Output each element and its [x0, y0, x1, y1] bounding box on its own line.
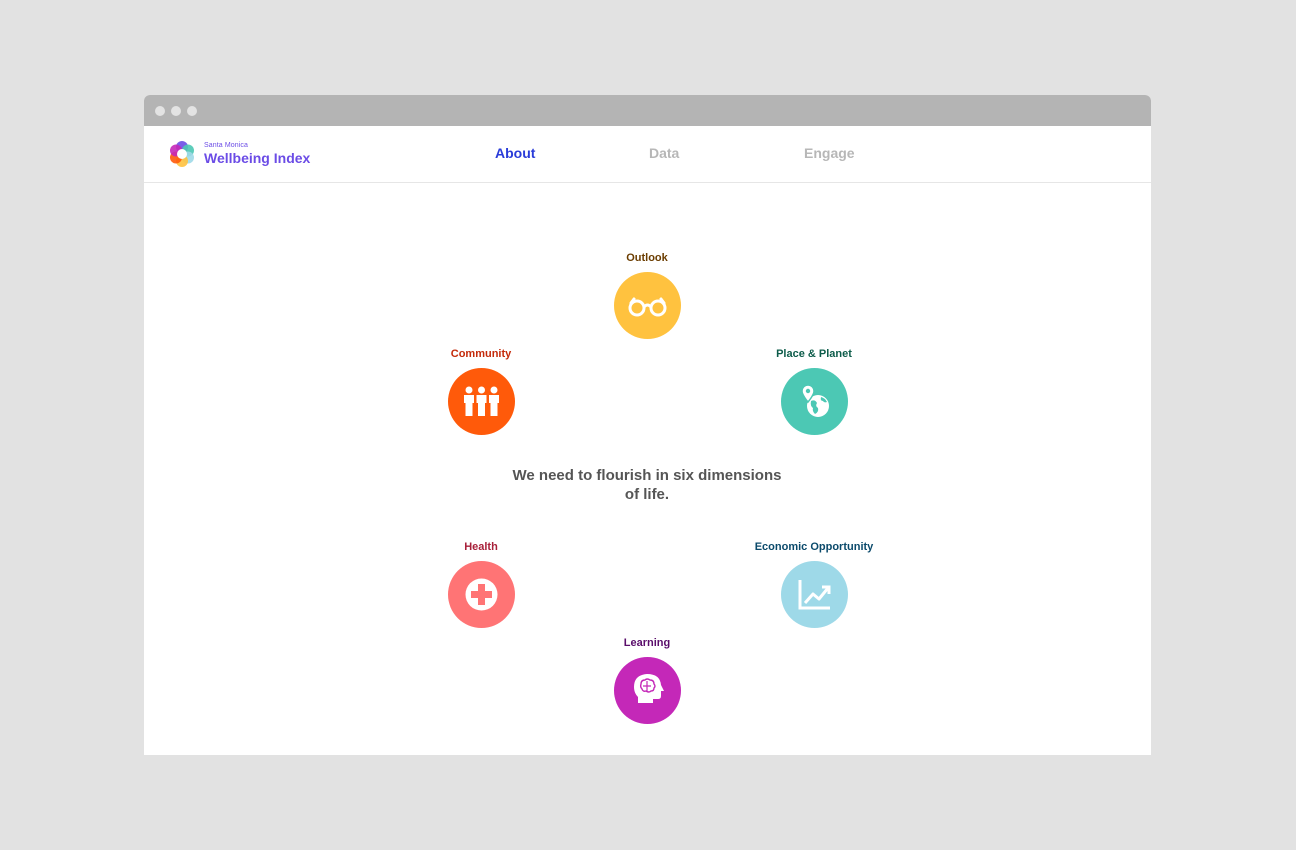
dimension-circle[interactable]	[447, 561, 515, 628]
flower-logo-icon[interactable]	[168, 140, 196, 168]
tagline-line-1: We need to flourish in six dimensions	[512, 467, 782, 484]
dimension-label: Learning	[623, 637, 671, 649]
dimension-circle[interactable]	[780, 561, 848, 628]
people-icon	[463, 386, 499, 416]
dimension-circle[interactable]	[780, 368, 848, 435]
browser-window: Santa Monica Wellbeing Index About Data …	[144, 95, 1151, 755]
window-titlebar	[144, 95, 1151, 126]
binoculars-icon	[628, 297, 666, 317]
window-dot-minimize[interactable]	[171, 106, 181, 116]
dimension-learning[interactable]: Learning	[577, 635, 717, 724]
tagline-line-2: of life.	[624, 486, 670, 503]
dimension-label: Economic Opportunity	[754, 541, 874, 553]
site-header: Santa Monica Wellbeing Index About Data …	[144, 126, 1151, 183]
dimension-circle[interactable]	[613, 272, 681, 339]
dimension-circle[interactable]	[613, 657, 681, 724]
dimension-outlook[interactable]: Outlook	[577, 250, 717, 339]
window-dot-close[interactable]	[155, 106, 165, 116]
logo-subtitle: Santa Monica	[204, 142, 249, 149]
nav-link-data[interactable]: Data	[649, 145, 679, 161]
brain-head-icon	[633, 674, 664, 703]
dimension-place-planet[interactable]: Place & Planet	[744, 346, 884, 435]
dimension-health[interactable]: Health	[411, 539, 551, 628]
nav-link-about[interactable]: About	[495, 145, 535, 161]
dimension-label: Place & Planet	[776, 348, 852, 360]
medical-cross-icon	[465, 578, 497, 611]
dimension-label: Community	[450, 348, 512, 360]
nav-link-engage[interactable]: Engage	[804, 145, 855, 161]
dimension-circle[interactable]	[447, 368, 515, 435]
dimension-label: Outlook	[626, 252, 668, 264]
logo-title[interactable]: Wellbeing Index	[204, 150, 310, 166]
window-dot-maximize[interactable]	[187, 106, 197, 116]
dimension-label: Health	[464, 541, 498, 553]
globe-pin-icon	[800, 384, 829, 417]
trend-chart-icon	[798, 580, 830, 610]
dimension-community[interactable]: Community	[411, 346, 551, 435]
dimension-economic-opportunity[interactable]: Economic Opportunity	[744, 539, 884, 628]
tagline: We need to flourish in six dimensions of…	[497, 466, 797, 504]
